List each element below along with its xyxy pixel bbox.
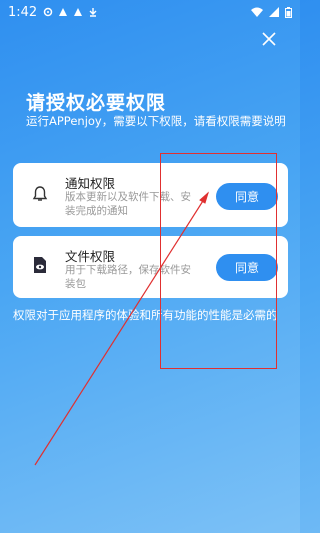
status-icons-right: [251, 6, 292, 18]
close-icon[interactable]: [260, 30, 278, 48]
a-icon: [59, 8, 68, 16]
page-title: 请授权必要权限: [26, 92, 167, 114]
status-time: 1:42: [8, 4, 38, 20]
status-icons-left: [43, 7, 98, 17]
a-icon: [74, 8, 83, 16]
page-subtitle: 运行APPenjoy，需要以下权限，请看权限需要说明: [26, 114, 286, 128]
settings-icon: [43, 7, 53, 17]
download-icon: [89, 8, 97, 17]
status-bar: 1:42: [0, 0, 300, 24]
battery-icon: [285, 6, 292, 18]
bell-icon: [32, 186, 48, 201]
annotation-highlight-box: [160, 153, 277, 369]
signal-icon: [269, 7, 279, 17]
file-eye-icon: [34, 257, 46, 273]
wifi-icon: [251, 7, 263, 17]
